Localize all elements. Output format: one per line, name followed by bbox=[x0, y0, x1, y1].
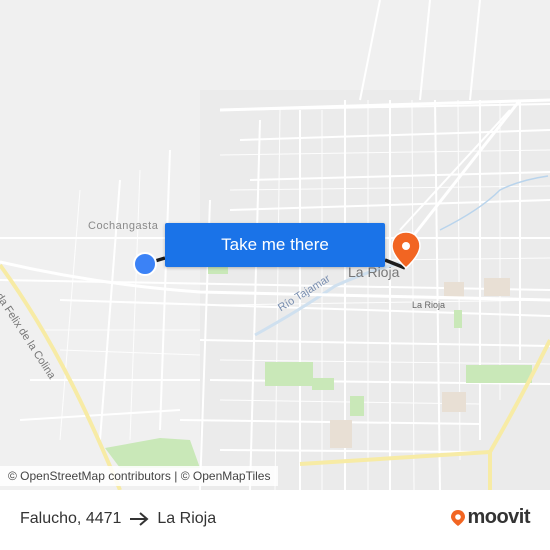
place-label-cochangasta: Cochangasta bbox=[88, 220, 159, 232]
brand-name: moovit bbox=[467, 506, 530, 528]
take-me-there-button[interactable]: Take me there bbox=[165, 223, 385, 267]
moovit-logo[interactable]: moovit bbox=[451, 506, 530, 529]
current-location-dot-icon[interactable] bbox=[133, 252, 157, 276]
map-attribution[interactable]: © OpenStreetMap contributors | © OpenMap… bbox=[0, 466, 279, 486]
footer-bar: Falucho, 4471 La Rioja moovit bbox=[0, 490, 550, 550]
route-summary: Falucho, 4471 La Rioja bbox=[20, 510, 216, 528]
origin-label: Falucho, 4471 bbox=[20, 510, 122, 527]
destination-label: La Rioja bbox=[157, 510, 217, 527]
map-view[interactable]: Cochangasta La Rioja La Rioja Río Tajama… bbox=[0, 0, 550, 490]
moovit-pin-icon bbox=[451, 509, 466, 526]
place-label-la-rioja-small: La Rioja bbox=[412, 300, 446, 310]
arrow-right-icon bbox=[130, 512, 149, 526]
